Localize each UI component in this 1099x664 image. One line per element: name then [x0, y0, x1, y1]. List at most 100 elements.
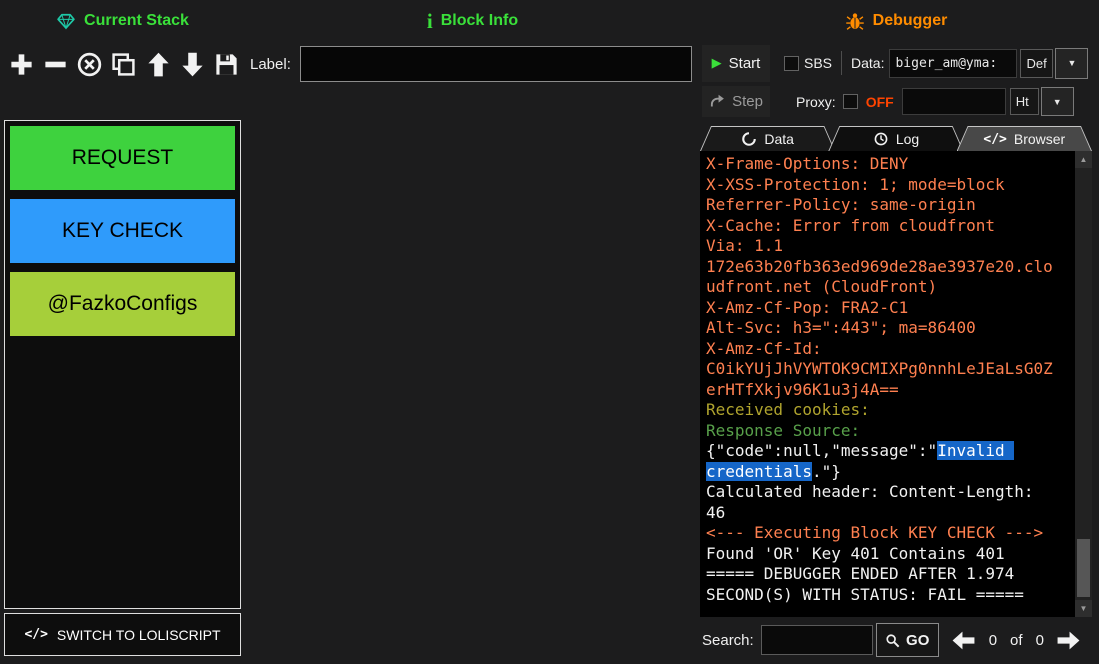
- wordlist-type-dropdown-button[interactable]: ▼: [1055, 48, 1088, 79]
- move-up-button[interactable]: [142, 46, 174, 82]
- proxy-type-value: Ht: [1016, 94, 1029, 109]
- stack-block--fazkoconfigs[interactable]: @FazkoConfigs: [10, 272, 235, 336]
- search-input[interactable]: [761, 625, 873, 655]
- proxy-checkbox[interactable]: [843, 94, 858, 109]
- tab-bar: Data Log </> Browser: [700, 126, 1092, 151]
- log-panel: X-Frame-Options: DENY X-XSS-Protection: 1…: [700, 151, 1092, 617]
- debugger-title: Debugger: [873, 12, 948, 30]
- next-match-button[interactable]: [1056, 628, 1081, 653]
- divider: [841, 51, 842, 75]
- code-icon: </>: [24, 627, 47, 642]
- log-line: C0ikYUjJhVYWTOK9CMIXPg0nnhLeJEaLsG0ZerHT…: [706, 359, 1053, 400]
- switch-to-loliscript-button[interactable]: </> SWITCH TO LOLISCRIPT: [4, 613, 241, 656]
- log-line: X-Cache: Error from cloudfront: [706, 216, 1053, 237]
- tab-label: Browser: [1014, 131, 1065, 147]
- plus-icon: [8, 51, 35, 78]
- log-text: X-Frame-Options: DENY: [706, 154, 908, 173]
- remove-block-button[interactable]: [39, 46, 71, 82]
- label-field-row: Label:: [250, 46, 692, 82]
- current-stack-header: Current Stack: [0, 9, 245, 33]
- tab-label: Data: [764, 131, 794, 147]
- proxy-type-dropdown-button[interactable]: ▼: [1041, 87, 1074, 116]
- history-icon: [873, 131, 889, 147]
- tab-browser[interactable]: </> Browser: [957, 126, 1092, 151]
- log-line: Response Source:: [706, 421, 1053, 442]
- tab-data[interactable]: Data: [700, 126, 835, 151]
- tab-face: Log: [829, 127, 962, 151]
- log-text: Via: 1.1: [706, 236, 783, 255]
- stack-gem-icon: [56, 11, 76, 31]
- scroll-down-icon: ▼: [1080, 604, 1088, 613]
- stack-block-key-check[interactable]: KEY CHECK: [10, 199, 235, 263]
- previous-match-button[interactable]: [951, 628, 976, 653]
- stacker-window: Current Stack i Block Info Debugger Labe…: [0, 0, 1099, 664]
- step-button-label: Step: [732, 93, 763, 110]
- stack-block-request[interactable]: REQUEST: [10, 126, 235, 190]
- save-icon: [213, 51, 240, 78]
- sbs-label: SBS: [804, 55, 832, 71]
- data-label: Data:: [851, 55, 884, 71]
- log-output: X-Frame-Options: DENY X-XSS-Protection: 1…: [700, 152, 1053, 605]
- dropdown-arrow-icon: ▼: [1068, 58, 1077, 68]
- scroll-down-button[interactable]: ▼: [1075, 600, 1092, 617]
- log-text: ."}: [812, 462, 841, 481]
- disable-block-button[interactable]: [74, 46, 106, 82]
- code-icon: </>: [983, 132, 1006, 147]
- match-current: 0: [989, 632, 997, 649]
- log-line: <--- Executing Block KEY CHECK --->: [706, 523, 1053, 544]
- add-block-button[interactable]: [5, 46, 37, 82]
- log-text: Calculated header: Content-Length: 46: [706, 482, 1043, 522]
- clone-block-button[interactable]: [108, 46, 140, 82]
- log-text: 172e63b20fb363ed969de28ae3937e20.cloudfr…: [706, 257, 1053, 297]
- log-text: Alt-Svc: h3=":443"; ma=86400: [706, 318, 976, 337]
- save-stack-button[interactable]: [211, 46, 243, 82]
- log-text: X-Amz-Cf-Id:: [706, 339, 822, 358]
- data-line-input[interactable]: [889, 49, 1017, 78]
- log-text: Found 'OR' Key 401 Contains 401: [706, 544, 1005, 563]
- arrow-left-icon: [951, 628, 976, 653]
- log-line: Found 'OR' Key 401 Contains 401: [706, 544, 1053, 565]
- bug-icon: [845, 11, 865, 31]
- log-text: X-Cache: Error from cloudfront: [706, 216, 995, 235]
- step-button[interactable]: Step: [702, 86, 770, 117]
- current-stack-title: Current Stack: [84, 12, 189, 30]
- wordlist-type-select[interactable]: Def: [1020, 49, 1053, 78]
- arrow-up-icon: [145, 51, 172, 78]
- block-label-input[interactable]: [300, 46, 692, 82]
- wordlist-type-value: Def: [1026, 56, 1046, 71]
- play-icon: ▶: [712, 55, 722, 71]
- tab-label: Log: [896, 131, 919, 147]
- log-line: Alt-Svc: h3=":443"; ma=86400: [706, 318, 1053, 339]
- log-search-bar: Search: GO 0 of 0: [702, 623, 1094, 657]
- tab-face: Data: [701, 127, 834, 151]
- log-scrollbar[interactable]: ▲ ▼: [1075, 151, 1092, 617]
- log-text: C0ikYUjJhVYWTOK9CMIXPg0nnhLeJEaLsG0ZerHT…: [706, 359, 1053, 399]
- search-icon: [885, 633, 900, 648]
- log-line: X-Amz-Cf-Id:: [706, 339, 1053, 360]
- sbs-checkbox[interactable]: [784, 56, 799, 71]
- tab-log[interactable]: Log: [828, 126, 963, 151]
- scroll-up-button[interactable]: ▲: [1075, 151, 1092, 168]
- log-line: 172e63b20fb363ed969de28ae3937e20.cloudfr…: [706, 257, 1053, 298]
- minus-icon: [42, 51, 69, 78]
- debugger-controls-row2: Step Proxy: OFF Ht ▼: [702, 85, 1094, 118]
- search-go-button[interactable]: GO: [876, 623, 939, 657]
- debugger-header: Debugger: [700, 9, 1092, 33]
- block-info-header: i Block Info: [245, 9, 700, 33]
- log-text: Referrer-Policy: same-origin: [706, 195, 976, 214]
- move-down-button[interactable]: [177, 46, 209, 82]
- scrollbar-thumb[interactable]: [1077, 539, 1090, 597]
- start-button[interactable]: ▶ Start: [702, 45, 770, 82]
- switch-button-label: SWITCH TO LOLISCRIPT: [57, 627, 221, 643]
- proxy-input[interactable]: [902, 88, 1006, 115]
- log-text: X-XSS-Protection: 1; mode=block: [706, 175, 1005, 194]
- search-label: Search:: [702, 632, 754, 649]
- log-line: X-XSS-Protection: 1; mode=block: [706, 175, 1053, 196]
- arrow-down-icon: [179, 51, 206, 78]
- arrow-right-icon: [1056, 628, 1081, 653]
- info-icon: i: [427, 11, 433, 31]
- proxy-type-select[interactable]: Ht: [1010, 88, 1039, 115]
- log-line: X-Frame-Options: DENY: [706, 154, 1053, 175]
- log-line: Via: 1.1: [706, 236, 1053, 257]
- proxy-status: OFF: [866, 94, 894, 110]
